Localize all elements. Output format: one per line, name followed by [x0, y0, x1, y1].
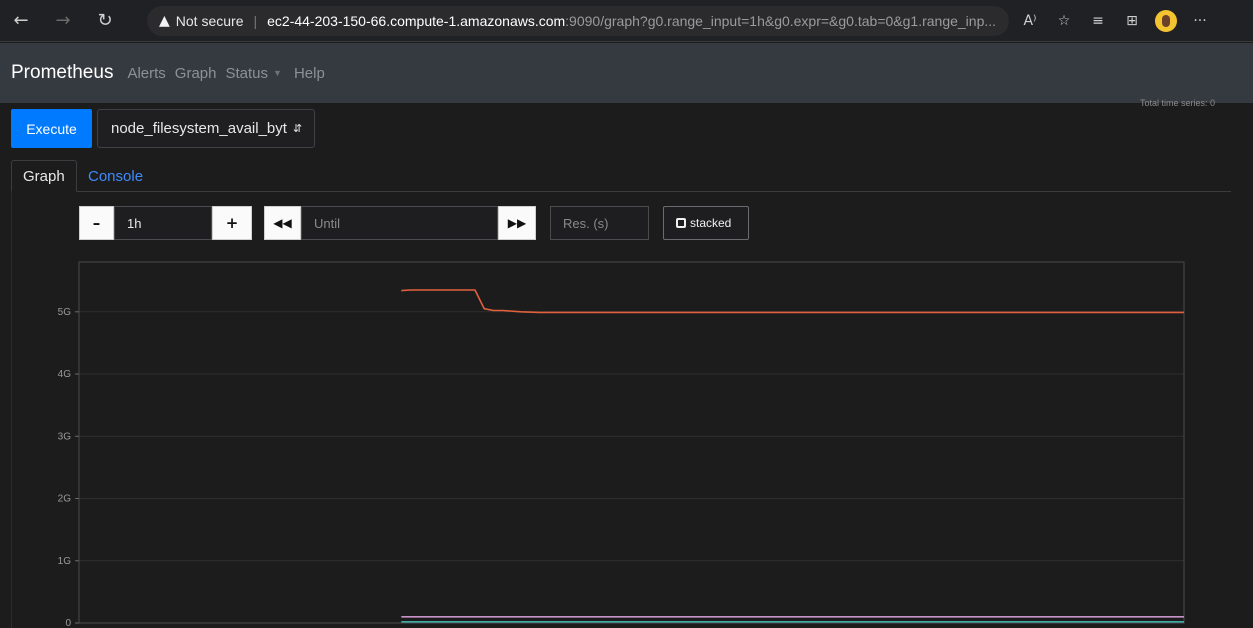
- line-chart[interactable]: 0 1G 2G 3G 4G 5G: [0, 248, 1253, 628]
- address-bar[interactable]: ▲ Not secure | ec2-44-203-150-66.compute…: [147, 6, 1009, 36]
- address-separator: |: [253, 13, 258, 29]
- rewind-icon[interactable]: ◀◀: [264, 206, 301, 240]
- y-tick-label: 5G: [58, 307, 72, 318]
- more-icon[interactable]: ···: [1183, 6, 1217, 36]
- increase-range-button[interactable]: +: [212, 206, 252, 240]
- resolution-input[interactable]: Res. (s): [550, 206, 649, 240]
- stacked-toggle[interactable]: stacked: [663, 206, 749, 240]
- favorites-icon[interactable]: ≡: [1081, 6, 1115, 36]
- range-input[interactable]: 1h: [114, 206, 212, 240]
- tab-divider: [77, 191, 1231, 192]
- nav-alerts[interactable]: Alerts: [127, 65, 165, 82]
- app-navbar: Prometheus Alerts Graph Status ▼ Help: [0, 43, 1253, 103]
- expression-value: node_filesystem_avail_byt: [111, 120, 287, 137]
- browser-actions: A⁾ ☆ ≡ ⊞ ···: [1013, 6, 1217, 36]
- y-tick-label: 1G: [58, 556, 72, 567]
- warning-icon[interactable]: ▲: [159, 13, 170, 29]
- profile-avatar-icon[interactable]: [1155, 10, 1177, 32]
- chevron-down-icon[interactable]: ▼: [273, 68, 282, 78]
- total-series-note: Total time series: 0: [1140, 98, 1216, 108]
- tab-graph[interactable]: Graph: [11, 160, 77, 192]
- url-path: :9090/graph?g0.range_input=1h&g0.expr=&g…: [565, 13, 997, 29]
- chart-grid: [79, 311, 1184, 624]
- tab-console[interactable]: Console: [77, 160, 154, 192]
- until-input[interactable]: Until: [301, 206, 498, 240]
- add-favorite-icon[interactable]: ☆: [1047, 6, 1081, 36]
- collections-icon[interactable]: ⊞: [1115, 6, 1149, 36]
- chart-axes: [75, 261, 1185, 624]
- refresh-icon[interactable]: ↻: [90, 6, 120, 36]
- back-icon[interactable]: ←: [6, 6, 36, 36]
- stacked-label: stacked: [690, 216, 732, 230]
- nav-graph[interactable]: Graph: [175, 65, 217, 82]
- nav-help[interactable]: Help: [294, 65, 325, 82]
- brand-link[interactable]: Prometheus: [11, 62, 113, 84]
- y-tick-label: 3G: [58, 431, 72, 442]
- browser-toolbar: ← → ↻ ▲ Not secure | ec2-44-203-150-66.c…: [0, 0, 1253, 42]
- forward-icon[interactable]: →: [48, 6, 78, 36]
- checkbox-icon: [676, 218, 686, 228]
- chart-series: [401, 289, 1184, 623]
- y-tick-label: 2G: [58, 494, 72, 505]
- decrease-range-button[interactable]: –: [79, 206, 114, 240]
- series-line-1: [401, 289, 1184, 314]
- y-tick-label: 4G: [58, 369, 72, 380]
- execute-button[interactable]: Execute: [11, 109, 92, 148]
- plot-frame: [78, 261, 1185, 624]
- y-tick-labels: 0 1G 2G 3G 4G 5G: [58, 307, 72, 628]
- select-arrows-icon: ⇵: [292, 122, 303, 135]
- url-host: ec2-44-203-150-66.compute-1.amazonaws.co…: [267, 13, 566, 29]
- nav-status[interactable]: Status: [226, 65, 269, 82]
- expression-select[interactable]: node_filesystem_avail_byt ⇵: [97, 109, 315, 148]
- security-label[interactable]: Not secure: [176, 13, 244, 29]
- read-aloud-icon[interactable]: A⁾: [1013, 6, 1047, 36]
- fast-forward-icon[interactable]: ▶▶: [498, 206, 536, 240]
- y-tick-label: 0: [65, 618, 71, 628]
